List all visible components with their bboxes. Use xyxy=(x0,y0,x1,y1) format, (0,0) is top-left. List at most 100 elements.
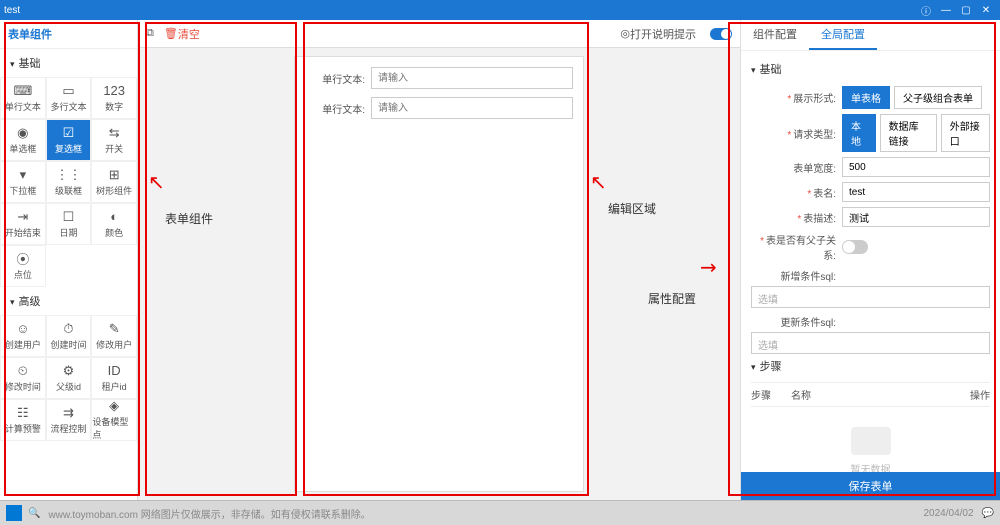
component-label: 数字 xyxy=(105,100,123,113)
request-type-local[interactable]: 本地 xyxy=(842,114,876,152)
component-计算预警[interactable]: ☷ 计算预警 xyxy=(0,399,46,441)
start-button[interactable] xyxy=(6,505,22,521)
component-icon: ▾ xyxy=(14,168,32,182)
clock: 2024/04/02 xyxy=(923,508,973,519)
component-流程控制[interactable]: ⇉流程控制 xyxy=(46,399,92,441)
component-label: 级联框 xyxy=(55,184,82,197)
component-icon: 123 xyxy=(105,84,123,98)
component-修改时间[interactable]: ⏲修改时间 xyxy=(0,357,46,399)
component-级联框[interactable]: ⋮⋮级联框 xyxy=(46,161,92,203)
component-树形组件[interactable]: ⊞树形组件 xyxy=(91,161,137,203)
component-icon: ☺ xyxy=(14,322,32,336)
display-mode-single[interactable]: 单表格 xyxy=(842,86,890,109)
component-修改用户[interactable]: ✎修改用户 xyxy=(91,315,137,357)
component-开始结束[interactable]: ⇥开始结束 xyxy=(0,203,46,245)
tray-notif-icon[interactable]: 💬 xyxy=(982,508,994,519)
component-label: 创建用户 xyxy=(5,338,41,351)
component-icon: ◉ xyxy=(14,126,32,140)
sql-add-label: 新增条件sql: xyxy=(751,268,836,283)
tab-component-config[interactable]: 组件配置 xyxy=(741,20,809,50)
component-label: 点位 xyxy=(14,268,32,281)
component-label: 租户id xyxy=(102,380,127,393)
form-field-row[interactable]: 单行文本: xyxy=(305,97,573,119)
component-icon: ☷ xyxy=(14,406,32,420)
section-steps[interactable]: 步骤 xyxy=(751,354,990,378)
component-icon: ⏲ xyxy=(14,364,32,378)
component-label: 创建时间 xyxy=(50,338,86,351)
component-下拉框[interactable]: ▾ 下拉框 xyxy=(0,161,46,203)
sql-upd-label: 更新条件sql: xyxy=(751,314,836,329)
component-label: 修改用户 xyxy=(96,338,132,351)
component-设备模型点[interactable]: ◈设备模型点 xyxy=(91,399,137,441)
parent-rel-toggle[interactable] xyxy=(842,240,868,254)
component-单行文本[interactable]: ⌨ 单行文本 xyxy=(0,77,46,119)
component-palette: 表单组件 基础 ⌨单行文本▭多行文本123数字◉单选框☑复选框⇆开关▾下拉框⋮⋮… xyxy=(0,20,138,500)
tip-toggle[interactable] xyxy=(710,28,732,40)
copy-button[interactable]: ⧉ xyxy=(146,27,154,40)
form-canvas[interactable]: 单行文本: 单行文本: xyxy=(294,56,584,492)
tab-global-config[interactable]: 全局配置 xyxy=(809,20,877,50)
window-minimize[interactable]: — xyxy=(936,5,956,16)
component-数字[interactable]: 123 数字 xyxy=(91,77,137,119)
component-单选框[interactable]: ◉ 单选框 xyxy=(0,119,46,161)
property-panel: 组件配置 全局配置 基础 *展示形式: 单表格 父子级组合表单 *请求类型: 本… xyxy=(740,20,1000,500)
component-label: 下拉框 xyxy=(9,184,36,197)
component-icon: ▭ xyxy=(59,84,77,98)
form-field-row[interactable]: 单行文本: xyxy=(305,67,573,89)
col-name: 名称 xyxy=(791,387,950,402)
field-input[interactable] xyxy=(371,97,573,119)
section-basic-props[interactable]: 基础 xyxy=(751,57,990,81)
component-label: 树形组件 xyxy=(96,184,132,197)
window-hint-icon[interactable]: ⓘ xyxy=(916,3,936,18)
form-width-label: 表单宽度: xyxy=(751,160,836,175)
window-maximize[interactable]: ▢ xyxy=(956,5,976,16)
component-label: 多行文本 xyxy=(50,100,86,113)
field-input[interactable] xyxy=(371,67,573,89)
component-label: 单选框 xyxy=(9,142,36,155)
anno-props: 属性配置 xyxy=(648,290,696,307)
window-close[interactable]: ✕ xyxy=(976,5,996,16)
sql-upd-input[interactable]: 选填 xyxy=(751,332,990,354)
arrow-left: ↖ xyxy=(148,170,165,195)
component-创建用户[interactable]: ☺ 创建用户 xyxy=(0,315,46,357)
component-icon: ☑ xyxy=(59,126,77,140)
section-basic[interactable]: 基础 xyxy=(0,49,137,77)
component-label: 复选框 xyxy=(55,142,82,155)
sql-add-input[interactable]: 选填 xyxy=(751,286,990,308)
request-type-api[interactable]: 外部接口 xyxy=(941,114,990,152)
component-icon: ⌨ xyxy=(14,84,32,98)
component-label: 单行文本 xyxy=(5,100,41,113)
window-title: test xyxy=(4,5,916,16)
arrow-canvas: ↖ xyxy=(590,170,607,195)
component-创建时间[interactable]: ⏱创建时间 xyxy=(46,315,92,357)
component-label: 开始结束 xyxy=(5,226,41,239)
component-颜色[interactable]: ◐ 颜色 xyxy=(91,203,137,245)
tip-toggle-label: ◎ 打开说明提示 xyxy=(620,26,696,42)
component-icon: ◐ xyxy=(105,210,123,224)
component-复选框[interactable]: ☑ 复选框 xyxy=(46,119,92,161)
request-type-db[interactable]: 数据库链接 xyxy=(880,114,937,152)
form-width-input[interactable] xyxy=(842,157,990,177)
component-label: 日期 xyxy=(59,226,77,239)
component-父级id[interactable]: ⚙父级id xyxy=(46,357,92,399)
section-advanced[interactable]: 高级 xyxy=(0,287,137,315)
component-开关[interactable]: ⇆开关 xyxy=(91,119,137,161)
table-name-input[interactable] xyxy=(842,182,990,202)
component-点位[interactable]: ⦿ 点位 xyxy=(0,245,46,287)
component-label: 设备模型点 xyxy=(92,415,136,441)
component-租户id[interactable]: ID租户id xyxy=(91,357,137,399)
table-desc-input[interactable] xyxy=(842,207,990,227)
component-label: 计算预警 xyxy=(5,422,41,435)
component-多行文本[interactable]: ▭ 多行文本 xyxy=(46,77,92,119)
component-icon: ☐ xyxy=(59,210,77,224)
display-mode-parent-child[interactable]: 父子级组合表单 xyxy=(894,86,982,109)
component-label: 颜色 xyxy=(105,226,123,239)
component-日期[interactable]: ☐ 日期 xyxy=(46,203,92,245)
clear-label: 清空 xyxy=(178,26,200,42)
save-form-button[interactable]: 保存表单 xyxy=(741,472,1000,500)
watermark-text: www.toymoban.com 网络图片仅做展示，非存储。如有侵权请联系删除。 xyxy=(48,506,370,521)
search-icon[interactable]: 🔍 xyxy=(28,508,40,519)
clear-button[interactable]: 🗑 清空 xyxy=(164,26,200,42)
component-icon: ⦿ xyxy=(14,252,32,266)
col-op: 操作 xyxy=(950,387,990,402)
